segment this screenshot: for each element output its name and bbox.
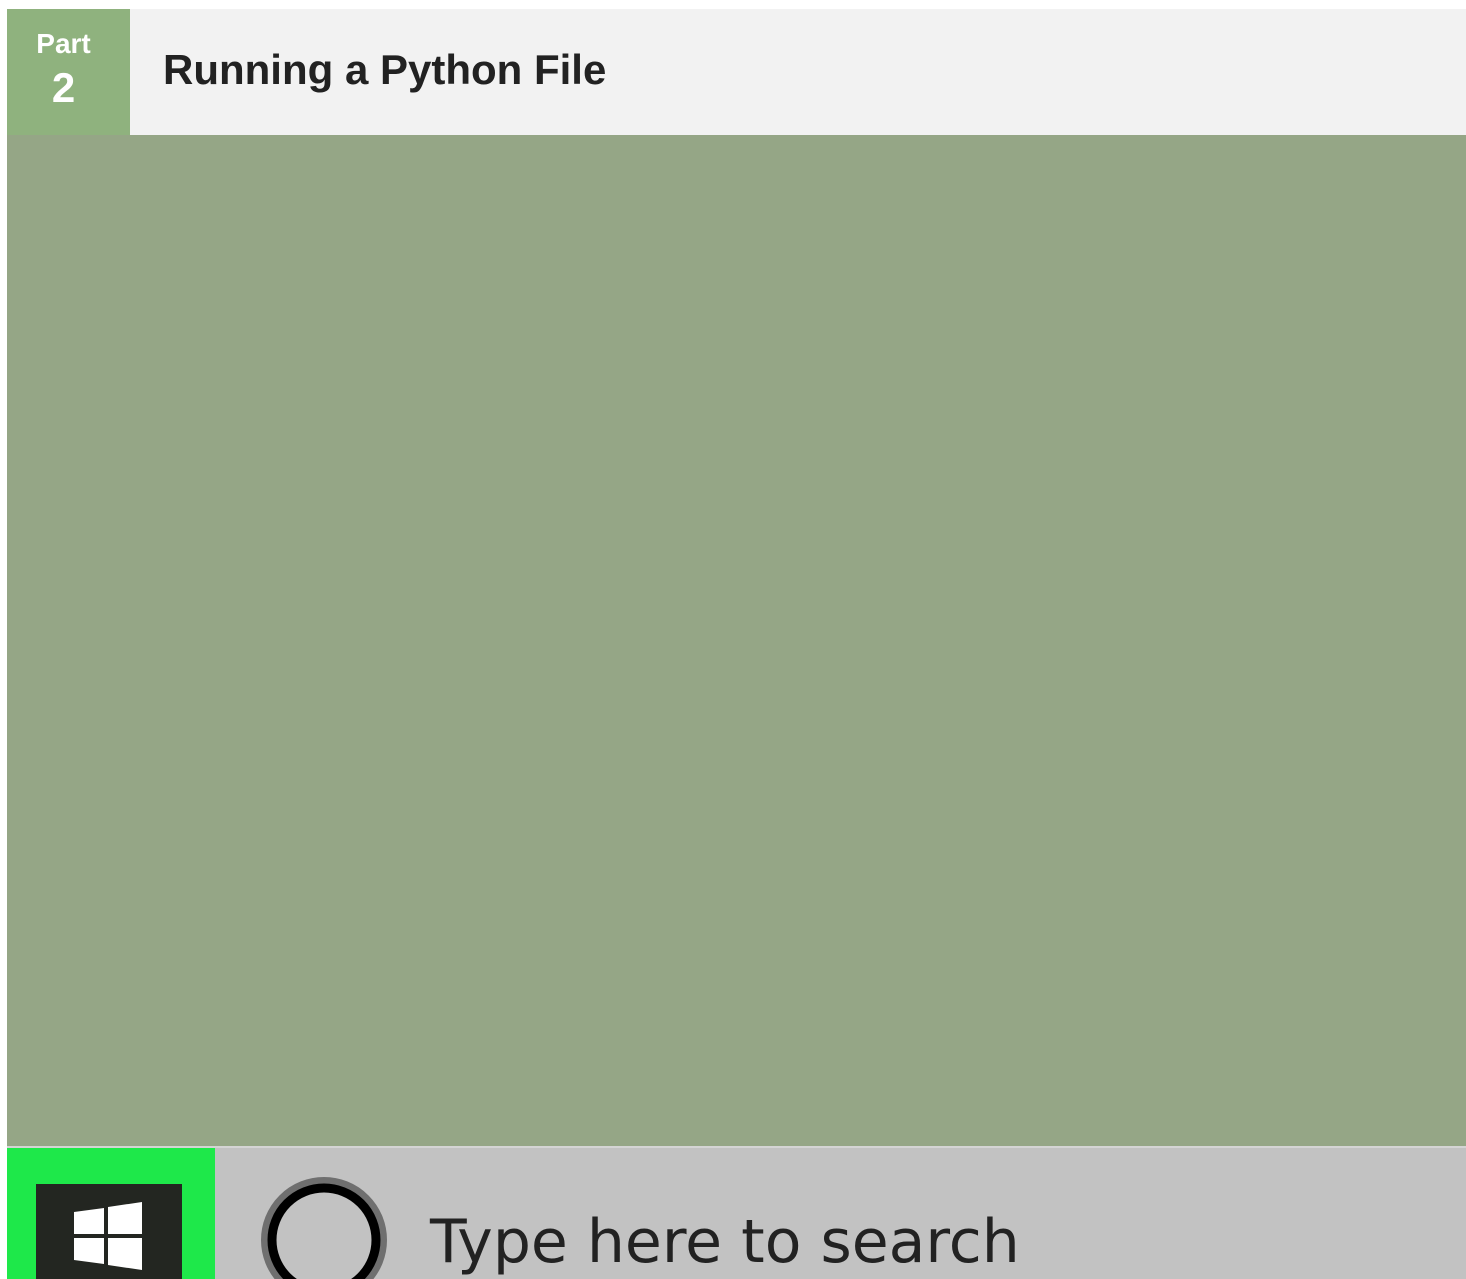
cortana-icon[interactable] — [259, 1175, 389, 1279]
section-title: Running a Python File — [163, 46, 607, 93]
windows-logo-icon — [74, 1202, 142, 1270]
taskbar: Type here to search — [7, 1146, 1466, 1279]
desktop-background — [7, 135, 1466, 1146]
start-button[interactable] — [36, 1184, 182, 1279]
search-input[interactable]: Type here to search — [430, 1204, 1020, 1279]
part-label: Part — [36, 28, 91, 59]
part-badge: Part 2 — [7, 9, 130, 135]
part-number: 2 — [51, 64, 76, 111]
section-header: Part 2 Running a Python File — [7, 9, 1466, 135]
tutorial-frame: Part 2 Running a Python File Type here t… — [7, 9, 1466, 1279]
start-button-highlight — [7, 1148, 215, 1279]
